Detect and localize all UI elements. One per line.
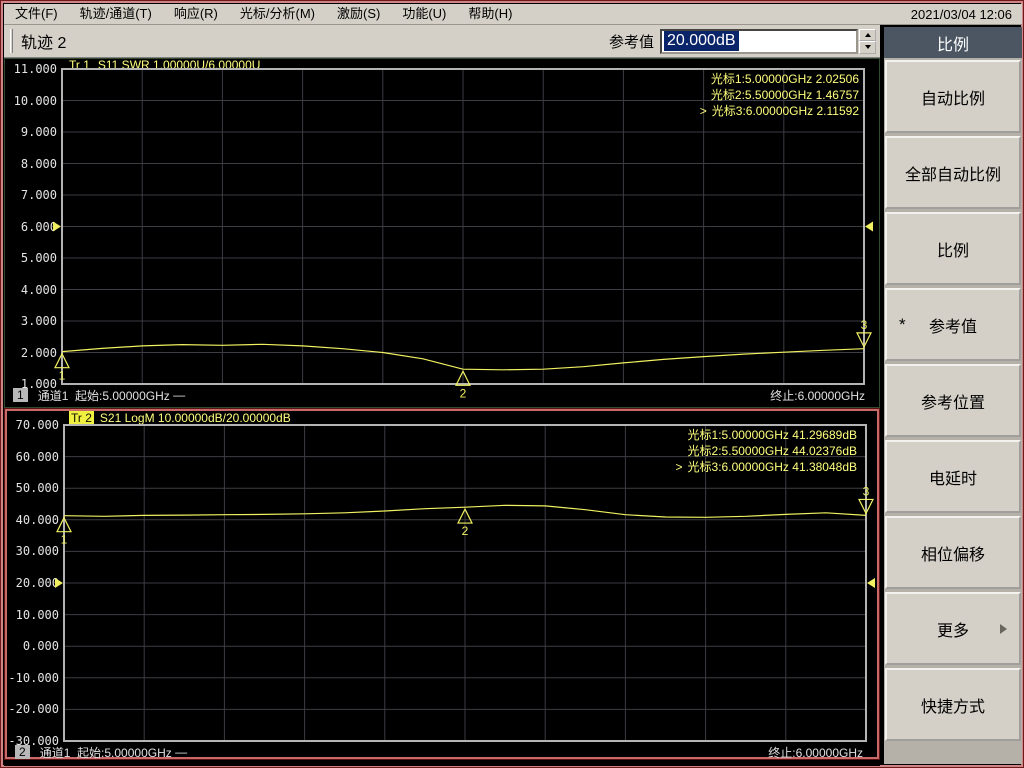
sidebar-button-label: 快捷方式 bbox=[920, 698, 985, 716]
menu-item[interactable]: 轨迹/通道(T) bbox=[69, 4, 163, 24]
sweep-start-label: 起始:5.00000GHz bbox=[75, 388, 174, 403]
marker-3-label: 3 bbox=[861, 318, 868, 332]
menu-item[interactable]: 光标/分析(M) bbox=[229, 4, 326, 24]
marker-1-label: 1 bbox=[59, 369, 66, 383]
sidebar-button-快捷方式[interactable]: 快捷方式 bbox=[885, 668, 1021, 741]
chart-panel-tr2[interactable]: Tr 2 S21 LogM 10.00000dB/20.00000dB 70.000… bbox=[7, 410, 877, 760]
reference-level-arrow-right bbox=[867, 578, 875, 588]
reference-value-input[interactable]: 20.000dB bbox=[660, 28, 858, 54]
reference-value-label: 参考值 bbox=[608, 33, 654, 51]
reference-value-group: 参考值 20.000dB bbox=[608, 28, 876, 54]
reference-level-arrow-right bbox=[865, 221, 873, 232]
marker-readout: > 光标3:6.00000GHz 2.11592 bbox=[700, 104, 859, 119]
sweep-dash: — bbox=[173, 388, 186, 402]
sidebar-button-更多[interactable]: 更多 bbox=[885, 592, 1021, 665]
marker-2-label: 2 bbox=[462, 524, 469, 538]
active-channel-border: Tr 2 S21 LogM 10.00000dB/20.00000dB 70.000… bbox=[5, 409, 879, 760]
sweep-dash: — bbox=[175, 745, 188, 759]
marker-readout-text: 光标3:6.00000GHz 2.11592 bbox=[711, 104, 859, 118]
sidebar: 比例 自动比例 全部自动比例 比例 * 参考值 参考位置 电延时 相位偏移 更多 快捷方式 bbox=[884, 27, 1022, 764]
channel-window-badge: 1 bbox=[13, 388, 28, 402]
channel-status-bar: 2 通道1 起始:5.00000GHz — 终止:6.00000GHz bbox=[15, 744, 863, 760]
channel-status-bar: 1 通道1 起始:5.00000GHz — 终止:6.00000GHz bbox=[13, 387, 865, 403]
channel-name: 通道1 bbox=[37, 388, 76, 403]
menu-item[interactable]: 响应(R) bbox=[163, 4, 229, 24]
marker-readout: > 光标3:6.00000GHz 41.38048dB bbox=[676, 460, 857, 475]
menu-item[interactable]: 激励(S) bbox=[326, 4, 391, 24]
sidebar-button-label: 参考值 bbox=[928, 318, 977, 336]
reference-level-arrow-left bbox=[55, 578, 63, 588]
sidebar-button-电延时[interactable]: 电延时 bbox=[885, 440, 1021, 513]
sidebar-button-全部自动比例[interactable]: 全部自动比例 bbox=[885, 136, 1021, 209]
menu-item[interactable]: 功能(U) bbox=[391, 4, 457, 24]
sweep-stop-label: 终止:6.00000GHz bbox=[770, 388, 865, 403]
spinner-down-button[interactable] bbox=[859, 41, 876, 54]
active-marker-arrow-icon: > bbox=[675, 460, 683, 474]
sidebar-button-比例[interactable]: 比例 bbox=[885, 212, 1021, 285]
sidebar-button-相位偏移[interactable]: 相位偏移 bbox=[885, 516, 1021, 589]
marker-readout-text: 光标2:5.50000GHz 44.02376dB bbox=[687, 444, 857, 458]
sidebar-button-参考值[interactable]: * 参考值 bbox=[885, 288, 1021, 361]
menu-item[interactable]: 文件(F) bbox=[4, 4, 69, 24]
submenu-arrow-icon bbox=[1000, 623, 1007, 634]
sweep-start-label: 起始:5.00000GHz bbox=[77, 745, 176, 760]
app-window: 文件(F) 轨迹/通道(T) 响应(R) 光标/分析(M) 激励(S) 功能(U) 帮助(H… bbox=[0, 0, 1024, 768]
marker-readout: 光标2:5.50000GHz 44.02376dB bbox=[688, 444, 857, 459]
sidebar-button-参考位置[interactable]: 参考位置 bbox=[885, 364, 1021, 437]
sidebar-button-label: 相位偏移 bbox=[920, 546, 985, 564]
menu-bar: 文件(F) 轨迹/通道(T) 响应(R) 光标/分析(M) 激励(S) 功能(U) 帮助(H… bbox=[4, 4, 1022, 25]
sidebar-header: 比例 bbox=[884, 27, 1022, 58]
reference-value-spinner bbox=[859, 28, 876, 54]
chart-area: Tr 1 S11 SWR 1.00000U/6.00000U 11.000 10.00… bbox=[4, 58, 880, 766]
datetime-display: 2021/03/04 12:06 bbox=[910, 6, 1012, 22]
marker-readout-text: 光标1:5.00000GHz 2.02506 bbox=[710, 72, 859, 86]
channel-window-badge: 2 bbox=[15, 745, 30, 759]
marker-readout: 光标1:5.00000GHz 2.02506 bbox=[711, 72, 859, 87]
marker-1-label: 1 bbox=[61, 533, 68, 547]
marker-readout-text: 光标1:5.00000GHz 41.29689dB bbox=[687, 428, 857, 442]
sidebar-button-label: 比例 bbox=[936, 242, 969, 260]
marker-readout-text: 光标3:6.00000GHz 41.38048dB bbox=[687, 460, 857, 474]
sidebar-button-label: 自动比例 bbox=[920, 90, 985, 108]
marker-readout-text: 光标2:5.50000GHz 1.46757 bbox=[710, 88, 859, 102]
marker-3-label: 3 bbox=[863, 484, 870, 498]
chart-panel-tr1[interactable]: Tr 1 S11 SWR 1.00000U/6.00000U 11.000 10.00… bbox=[4, 58, 880, 408]
active-marker-arrow-icon: > bbox=[699, 104, 707, 118]
marker-readout: 光标2:5.50000GHz 1.46757 bbox=[711, 88, 859, 103]
sidebar-button-label: 全部自动比例 bbox=[904, 166, 1001, 184]
sweep-stop-label: 终止:6.00000GHz bbox=[768, 745, 863, 760]
marker-readout: 光标1:5.00000GHz 41.29689dB bbox=[688, 428, 857, 443]
sidebar-button-label: 电延时 bbox=[928, 470, 977, 488]
menu-bar-items: 文件(F) 轨迹/通道(T) 响应(R) 光标/分析(M) 激励(S) 功能(U) 帮助(H… bbox=[4, 4, 523, 24]
sidebar-button-label: 参考位置 bbox=[920, 394, 985, 412]
sidebar-button-自动比例[interactable]: 自动比例 bbox=[885, 60, 1021, 133]
sidebar-buttons: 自动比例全部自动比例 比例 * 参考值参考位置电延时相位偏移更多快捷方式 bbox=[884, 60, 1022, 744]
spinner-up-button[interactable] bbox=[859, 28, 876, 41]
channel-name: 通道1 bbox=[39, 745, 78, 760]
active-trace-label: 轨迹 2 bbox=[21, 35, 67, 52]
sidebar-button-label: 更多 bbox=[936, 622, 969, 640]
reference-level-arrow-left bbox=[53, 221, 61, 232]
reference-value-selected-text: 20.000dB bbox=[664, 31, 739, 51]
menu-item[interactable]: 帮助(H) bbox=[457, 4, 523, 24]
selected-indicator: * bbox=[899, 314, 906, 334]
toolbar-grip bbox=[10, 29, 13, 53]
toolbar: 轨迹 2 参考值 20.000dB bbox=[4, 25, 880, 58]
